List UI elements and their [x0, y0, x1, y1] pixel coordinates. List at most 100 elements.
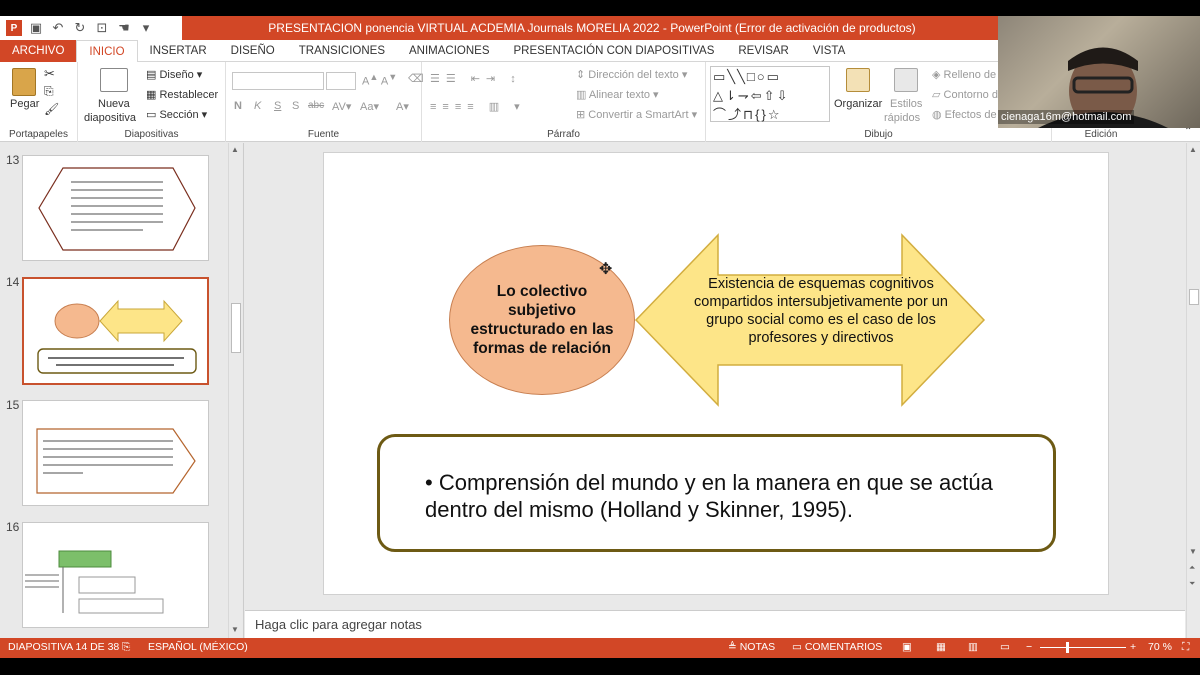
slideshow-icon[interactable]: ▭ — [1000, 641, 1010, 653]
new-slide-label-1[interactable]: Nueva — [98, 98, 130, 110]
scrollbar-thumb[interactable] — [231, 303, 241, 353]
shapes-gallery[interactable]: ▭╲╲□○▭ △⇂⇁⇦⇧⇩ ⌒⤴⊓{}☆ — [710, 66, 830, 122]
start-presentation-icon[interactable]: ⊡ — [94, 20, 110, 36]
cut-icon[interactable]: ✂ — [44, 66, 55, 82]
normal-view-icon[interactable]: ▣ — [902, 641, 912, 653]
layout-icon: ▤ — [146, 69, 160, 81]
comments-button[interactable]: ▭ COMENTARIOS — [792, 641, 882, 653]
new-slide-icon[interactable] — [100, 68, 128, 92]
tab-animaciones[interactable]: ANIMACIONES — [397, 40, 502, 62]
text-direction-button[interactable]: ⇕ Dirección del texto ▾ — [576, 68, 687, 81]
shape-fill-button[interactable]: ◈ Relleno de — [932, 68, 996, 81]
redo-icon[interactable]: ↻ — [72, 20, 88, 36]
shadow-button[interactable]: S — [292, 100, 299, 112]
scroll-down-icon[interactable]: ▼ — [1189, 547, 1197, 556]
zoom-level[interactable]: 70 % — [1148, 641, 1172, 653]
spelling-icon[interactable]: ⎘ — [122, 641, 130, 654]
group-fuente: A▲ A▼ ⌫ N K S S abc AV▾ Aa▾ A▾ Fuente — [226, 62, 424, 142]
thumbnails-scrollbar[interactable]: ▲ ▼ — [228, 143, 242, 638]
slide-counter[interactable]: DIAPOSITIVA 14 DE 38 — [8, 641, 119, 653]
quick-styles-label-2[interactable]: rápidos — [884, 112, 920, 124]
thumbnail-slide-13[interactable] — [22, 155, 209, 261]
undo-icon[interactable]: ↶ — [50, 20, 66, 36]
thumbnail-slide-14[interactable] — [22, 277, 209, 385]
tab-diseno[interactable]: DISEÑO — [219, 40, 287, 62]
webcam-video: cienaga16m@hotmail.com — [998, 16, 1200, 128]
thumbnail-diagram — [25, 550, 164, 614]
slide-scrollbar[interactable]: ▲ ▼ ⏶ ⏷ — [1186, 143, 1200, 638]
quick-styles-icon[interactable] — [894, 68, 918, 92]
group-parrafo: ☰☰ ⇤⇥ ↕ ≡≡≡≡ ▥ ▾ ⇕ Dirección del texto ▾… — [422, 62, 706, 142]
shape-effects-button[interactable]: ◍ Efectos de — [932, 108, 997, 121]
smartart-button[interactable]: ⊞ Convertir a SmartArt ▾ — [576, 108, 697, 121]
thumbnail-slide-15[interactable] — [22, 400, 209, 506]
quote-box[interactable]: • Comprensión del mundo y en la manera e… — [377, 434, 1056, 552]
quick-styles-label-1[interactable]: Estilos — [890, 98, 922, 110]
tab-vista[interactable]: VISTA — [801, 40, 857, 62]
thumbnail-pentagon-shape — [36, 428, 196, 494]
section-button[interactable]: ▭ Sección ▾ — [146, 108, 207, 121]
thumbnail-number: 13 — [6, 153, 20, 167]
scrollbar-thumb[interactable] — [1189, 289, 1199, 305]
thumbnail-slide-16[interactable] — [22, 522, 209, 628]
zoom-slider-thumb[interactable] — [1066, 642, 1069, 653]
customize-qat-icon[interactable]: ▾ — [138, 20, 154, 36]
shape-outline-button[interactable]: ▱ Contorno d — [932, 88, 998, 101]
underline-button[interactable]: S — [274, 100, 281, 112]
arrange-button[interactable]: Organizar — [834, 98, 882, 110]
next-slide-icon[interactable]: ⏷ — [1189, 579, 1195, 589]
powerpoint-window: P ▣ ↶ ↻ ⊡ ☚ ▾ PRESENTACION ponencia VIRT… — [0, 0, 1200, 675]
previous-slide-icon[interactable]: ⏶ — [1189, 563, 1195, 573]
bold-button[interactable]: N — [234, 100, 242, 112]
tab-revisar[interactable]: REVISAR — [726, 40, 801, 62]
group-label: Fuente — [307, 129, 340, 140]
strikethrough-button[interactable]: abc — [308, 100, 324, 111]
bottom-letterbox — [0, 658, 1200, 675]
slide-sorter-icon[interactable]: ▦ — [936, 641, 946, 653]
reset-button[interactable]: ▦ Restablecer — [146, 88, 218, 101]
layout-button[interactable]: ▤ Diseño ▾ — [146, 68, 202, 81]
new-slide-label-2[interactable]: diapositiva — [84, 112, 136, 124]
tab-presentacion[interactable]: PRESENTACIÓN CON DIAPOSITIVAS — [502, 40, 727, 62]
zoom-in-icon[interactable]: + — [1130, 641, 1136, 653]
grow-font-icon[interactable]: A▲ A▼ — [362, 72, 397, 88]
paste-icon[interactable] — [12, 68, 36, 96]
scroll-up-icon[interactable]: ▲ — [231, 145, 239, 154]
zoom-out-icon[interactable]: − — [1026, 641, 1032, 653]
arrow-text: Existencia de esquemas cognitivos compar… — [694, 276, 948, 346]
language-indicator[interactable]: ESPAÑOL (MÉXICO) — [148, 641, 248, 653]
italic-button[interactable]: K — [254, 100, 261, 112]
font-color-icon[interactable]: A▾ — [396, 100, 409, 113]
zoom-slider[interactable] — [1040, 647, 1126, 648]
current-slide[interactable]: Lo colectivo subjetivo estructurado en l… — [323, 152, 1109, 595]
paste-button[interactable]: Pegar — [10, 98, 39, 110]
change-case-icon[interactable]: Aa▾ — [360, 100, 379, 113]
align-buttons-icon[interactable]: ≡≡≡≡ ▥ ▾ — [430, 100, 526, 113]
slide-thumbnails-pane: 13 14 15 16 ▲ ▼ — [0, 143, 244, 638]
notes-pane[interactable]: Haga clic para agregar notas — [245, 610, 1185, 638]
comments-icon: ▭ — [792, 641, 805, 653]
font-size-dropdown[interactable] — [326, 72, 356, 90]
reading-view-icon[interactable]: ▥ — [968, 641, 978, 653]
group-diapositivas: Nueva diapositiva ▤ Diseño ▾ ▦ Restablec… — [78, 62, 226, 142]
tab-transiciones[interactable]: TRANSICIONES — [287, 40, 397, 62]
arrange-icon[interactable] — [846, 68, 870, 92]
align-text-button[interactable]: ▥ Alinear texto ▾ — [576, 88, 659, 101]
notes-button[interactable]: ≜ NOTAS — [728, 641, 775, 653]
powerpoint-logo-icon[interactable]: P — [6, 20, 22, 36]
scroll-up-icon[interactable]: ▲ — [1189, 145, 1197, 154]
scroll-down-icon[interactable]: ▼ — [231, 625, 239, 634]
save-icon[interactable]: ▣ — [28, 20, 44, 36]
font-name-dropdown[interactable] — [232, 72, 324, 90]
tab-inicio[interactable]: INICIO — [76, 40, 138, 63]
tab-insertar[interactable]: INSERTAR — [138, 40, 219, 62]
format-painter-icon[interactable]: 🖌 — [44, 102, 59, 116]
char-spacing-icon[interactable]: AV▾ — [332, 100, 351, 113]
list-buttons-icon[interactable]: ☰☰ ⇤⇥ ↕ — [430, 72, 522, 85]
copy-icon[interactable]: ⎘ — [44, 84, 54, 99]
fit-slide-icon[interactable]: ⛶ — [1182, 641, 1189, 654]
touch-mode-icon[interactable]: ☚ — [116, 20, 132, 36]
group-label: Párrafo — [547, 129, 580, 140]
text-direction-icon: ⇕ — [576, 69, 589, 81]
tab-archivo[interactable]: ARCHIVO — [0, 40, 77, 62]
